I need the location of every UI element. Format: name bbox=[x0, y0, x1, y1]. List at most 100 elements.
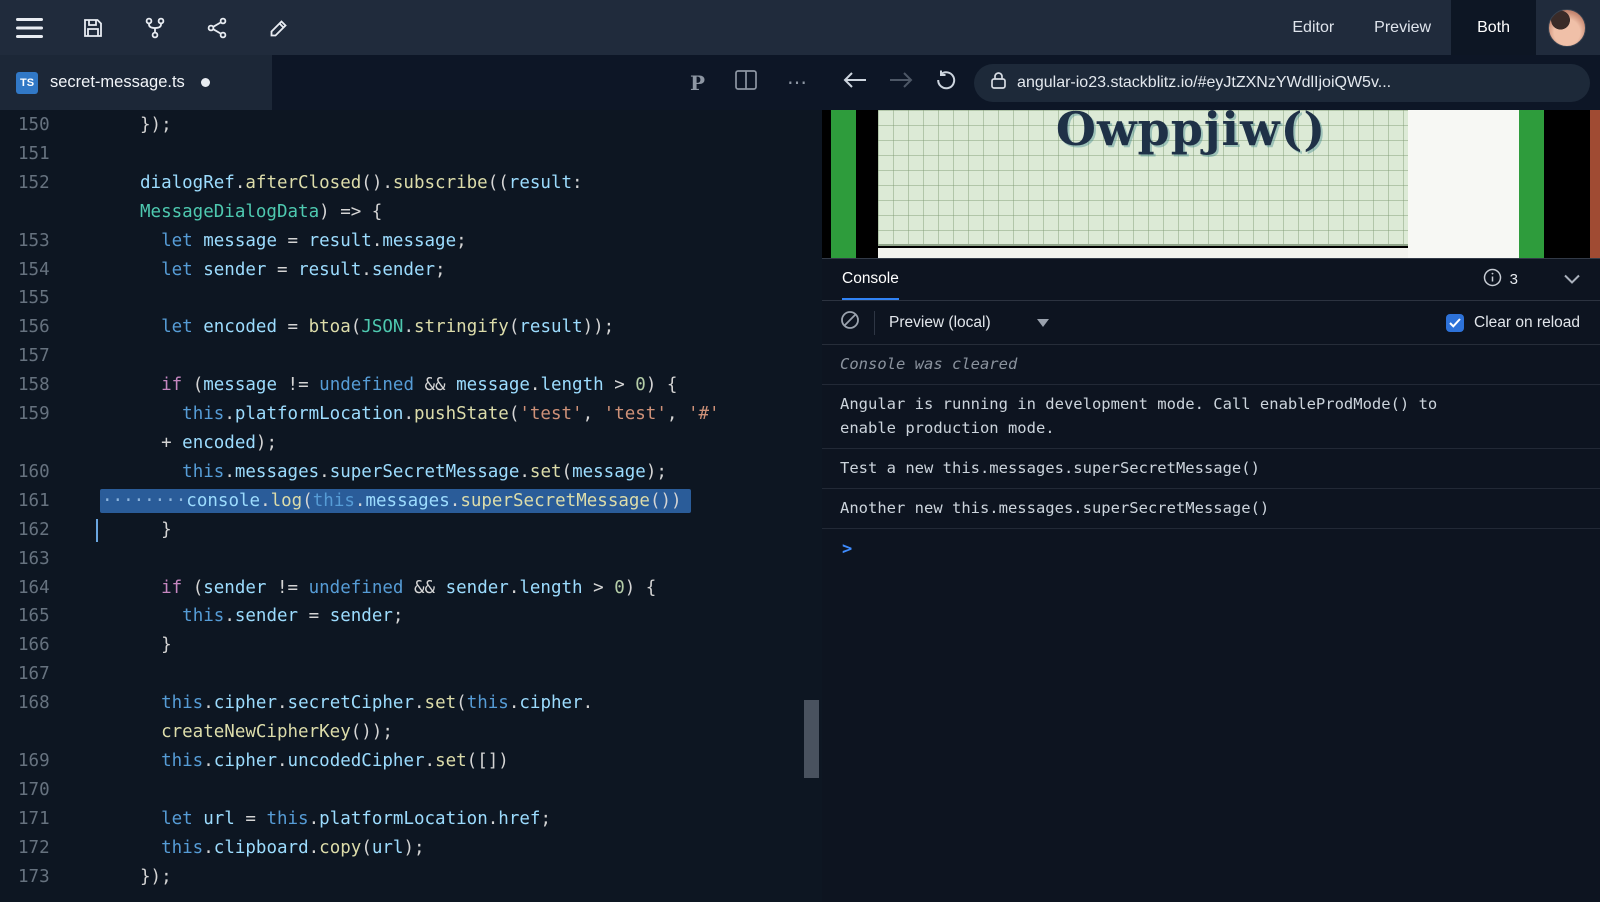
editor-scrollbar[interactable] bbox=[804, 700, 819, 778]
clear-on-reload-checkbox[interactable] bbox=[1446, 314, 1464, 332]
selected-text: ········console.log(this.messages.superS… bbox=[100, 489, 691, 513]
console-prompt-icon[interactable]: > bbox=[822, 529, 1600, 569]
code-line-content: this.messages.superSecretMessage.set(mes… bbox=[100, 458, 822, 487]
code-row[interactable]: 157 bbox=[0, 342, 822, 371]
console-tab[interactable]: Console bbox=[842, 259, 899, 300]
line-number bbox=[0, 429, 100, 458]
clear-on-reload-group: Clear on reload bbox=[1446, 314, 1582, 332]
share-icon[interactable] bbox=[205, 16, 229, 40]
code-line-content bbox=[100, 342, 822, 371]
line-number: 167 bbox=[0, 660, 100, 689]
menu-icon[interactable] bbox=[16, 17, 43, 39]
console-header-right: 3 bbox=[1483, 268, 1580, 291]
code-row[interactable]: 156 let encoded = btoa(JSON.stringify(re… bbox=[0, 313, 822, 342]
code-line-content: this.platformLocation.pushState('test', … bbox=[100, 400, 822, 429]
code-row[interactable]: 151 bbox=[0, 140, 822, 169]
code-line-content: } bbox=[100, 516, 822, 545]
line-number: 170 bbox=[0, 776, 100, 805]
split-view-icon[interactable] bbox=[735, 70, 757, 95]
code-line-content: }); bbox=[100, 111, 822, 140]
line-number: 164 bbox=[0, 574, 100, 603]
code-row[interactable]: 155 bbox=[0, 284, 822, 313]
code-row[interactable]: 166 } bbox=[0, 631, 822, 660]
view-both-button[interactable]: Both bbox=[1451, 0, 1536, 55]
user-avatar[interactable] bbox=[1548, 9, 1586, 47]
url-bar[interactable]: angular-io23.stackblitz.io/#eyJtZXNzYWdl… bbox=[974, 64, 1590, 102]
code-line-content: this.clipboard.copy(url); bbox=[100, 834, 822, 863]
line-number: 156 bbox=[0, 313, 100, 342]
code-editor[interactable]: 150});151152dialogRef.afterClosed().subs… bbox=[0, 110, 822, 902]
more-options-icon[interactable]: ⋯ bbox=[787, 70, 808, 95]
console-message-count: 3 bbox=[1510, 271, 1518, 288]
view-preview-button[interactable]: Preview bbox=[1354, 0, 1451, 55]
code-row[interactable]: 167 bbox=[0, 660, 822, 689]
console-panel: Console 3 Preview (local) bbox=[822, 258, 1600, 902]
environment-select[interactable]: Preview (local) bbox=[889, 314, 991, 332]
save-icon[interactable] bbox=[81, 16, 105, 40]
code-line-content: createNewCipherKey()); bbox=[100, 718, 822, 747]
code-row[interactable]: 170 bbox=[0, 776, 822, 805]
code-row[interactable]: 153 let message = result.message; bbox=[0, 227, 822, 256]
collapse-chevron-icon[interactable] bbox=[1564, 271, 1580, 288]
app-preview[interactable]: Owppjiw() bbox=[822, 110, 1600, 258]
code-row[interactable]: createNewCipherKey()); bbox=[0, 718, 822, 747]
dropdown-caret-icon[interactable] bbox=[1037, 314, 1049, 332]
clear-on-reload-label: Clear on reload bbox=[1474, 314, 1580, 332]
line-number: 158 bbox=[0, 371, 100, 400]
code-row[interactable]: 159 this.platformLocation.pushState('tes… bbox=[0, 400, 822, 429]
line-number bbox=[0, 718, 100, 747]
prettier-icon[interactable]: P bbox=[690, 71, 705, 95]
code-row[interactable]: MessageDialogData) => { bbox=[0, 198, 822, 227]
right-panel: Owppjiw() Console 3 bbox=[822, 110, 1600, 902]
back-icon[interactable] bbox=[842, 69, 868, 96]
refresh-icon[interactable] bbox=[934, 68, 958, 97]
console-logs: Console was clearedAngular is running in… bbox=[822, 345, 1600, 529]
code-row[interactable]: 169 this.cipher.uncodedCipher.set([]) bbox=[0, 747, 822, 776]
text-cursor bbox=[96, 519, 98, 542]
view-switcher: Editor Preview Both bbox=[1272, 0, 1600, 55]
code-row[interactable]: 160 this.messages.superSecretMessage.set… bbox=[0, 458, 822, 487]
code-line-content: } bbox=[100, 631, 822, 660]
code-line-content: }); bbox=[100, 863, 822, 892]
code-row[interactable]: 152dialogRef.afterClosed().subscribe((re… bbox=[0, 169, 822, 198]
view-editor-button[interactable]: Editor bbox=[1272, 0, 1354, 55]
modified-dot-icon bbox=[201, 78, 210, 87]
code-row[interactable]: 171 let url = this.platformLocation.href… bbox=[0, 805, 822, 834]
line-number: 161 bbox=[0, 487, 100, 516]
code-line-content bbox=[100, 660, 822, 689]
preview-panel-footer bbox=[878, 248, 1408, 258]
code-row[interactable]: 163 bbox=[0, 545, 822, 574]
code-line-content: dialogRef.afterClosed().subscribe((resul… bbox=[100, 169, 822, 198]
code-row[interactable]: 173}); bbox=[0, 863, 822, 892]
code-row[interactable]: + encoded); bbox=[0, 429, 822, 458]
code-row[interactable]: 150}); bbox=[0, 111, 822, 140]
line-number: 155 bbox=[0, 284, 100, 313]
console-log-row: Console was cleared bbox=[822, 345, 1600, 385]
code-row[interactable]: 158 if (message != undefined && message.… bbox=[0, 371, 822, 400]
code-row[interactable]: 168 this.cipher.secretCipher.set(this.ci… bbox=[0, 689, 822, 718]
browser-nav bbox=[842, 68, 958, 97]
code-row[interactable]: 172 this.clipboard.copy(url); bbox=[0, 834, 822, 863]
code-row[interactable]: 162 } bbox=[0, 516, 822, 545]
info-icon[interactable] bbox=[1483, 268, 1502, 291]
line-number: 168 bbox=[0, 689, 100, 718]
toolbar-separator bbox=[874, 311, 875, 335]
edit-icon[interactable] bbox=[267, 16, 291, 40]
file-tab[interactable]: TS secret-message.ts bbox=[0, 55, 272, 110]
code-line-content: let message = result.message; bbox=[100, 227, 822, 256]
line-number: 171 bbox=[0, 805, 100, 834]
typescript-icon: TS bbox=[16, 72, 38, 94]
code-line-content: this.cipher.secretCipher.set(this.cipher… bbox=[100, 689, 822, 718]
code-row[interactable]: 164 if (sender != undefined && sender.le… bbox=[0, 574, 822, 603]
code-row[interactable]: 161········console.log(this.messages.sup… bbox=[0, 487, 822, 516]
preview-scrollbar[interactable] bbox=[1590, 110, 1600, 258]
forward-icon[interactable] bbox=[888, 69, 914, 96]
preview-heading: Owppjiw() bbox=[878, 110, 1408, 156]
code-row[interactable]: 165 this.sender = sender; bbox=[0, 602, 822, 631]
code-row[interactable]: 154 let sender = result.sender; bbox=[0, 256, 822, 285]
top-toolbar: Editor Preview Both bbox=[0, 0, 1600, 55]
console-log-row: Test a new this.messages.superSecretMess… bbox=[822, 449, 1600, 489]
console-header: Console 3 bbox=[822, 258, 1600, 301]
fork-icon[interactable] bbox=[143, 16, 167, 40]
clear-console-icon[interactable] bbox=[840, 310, 860, 335]
